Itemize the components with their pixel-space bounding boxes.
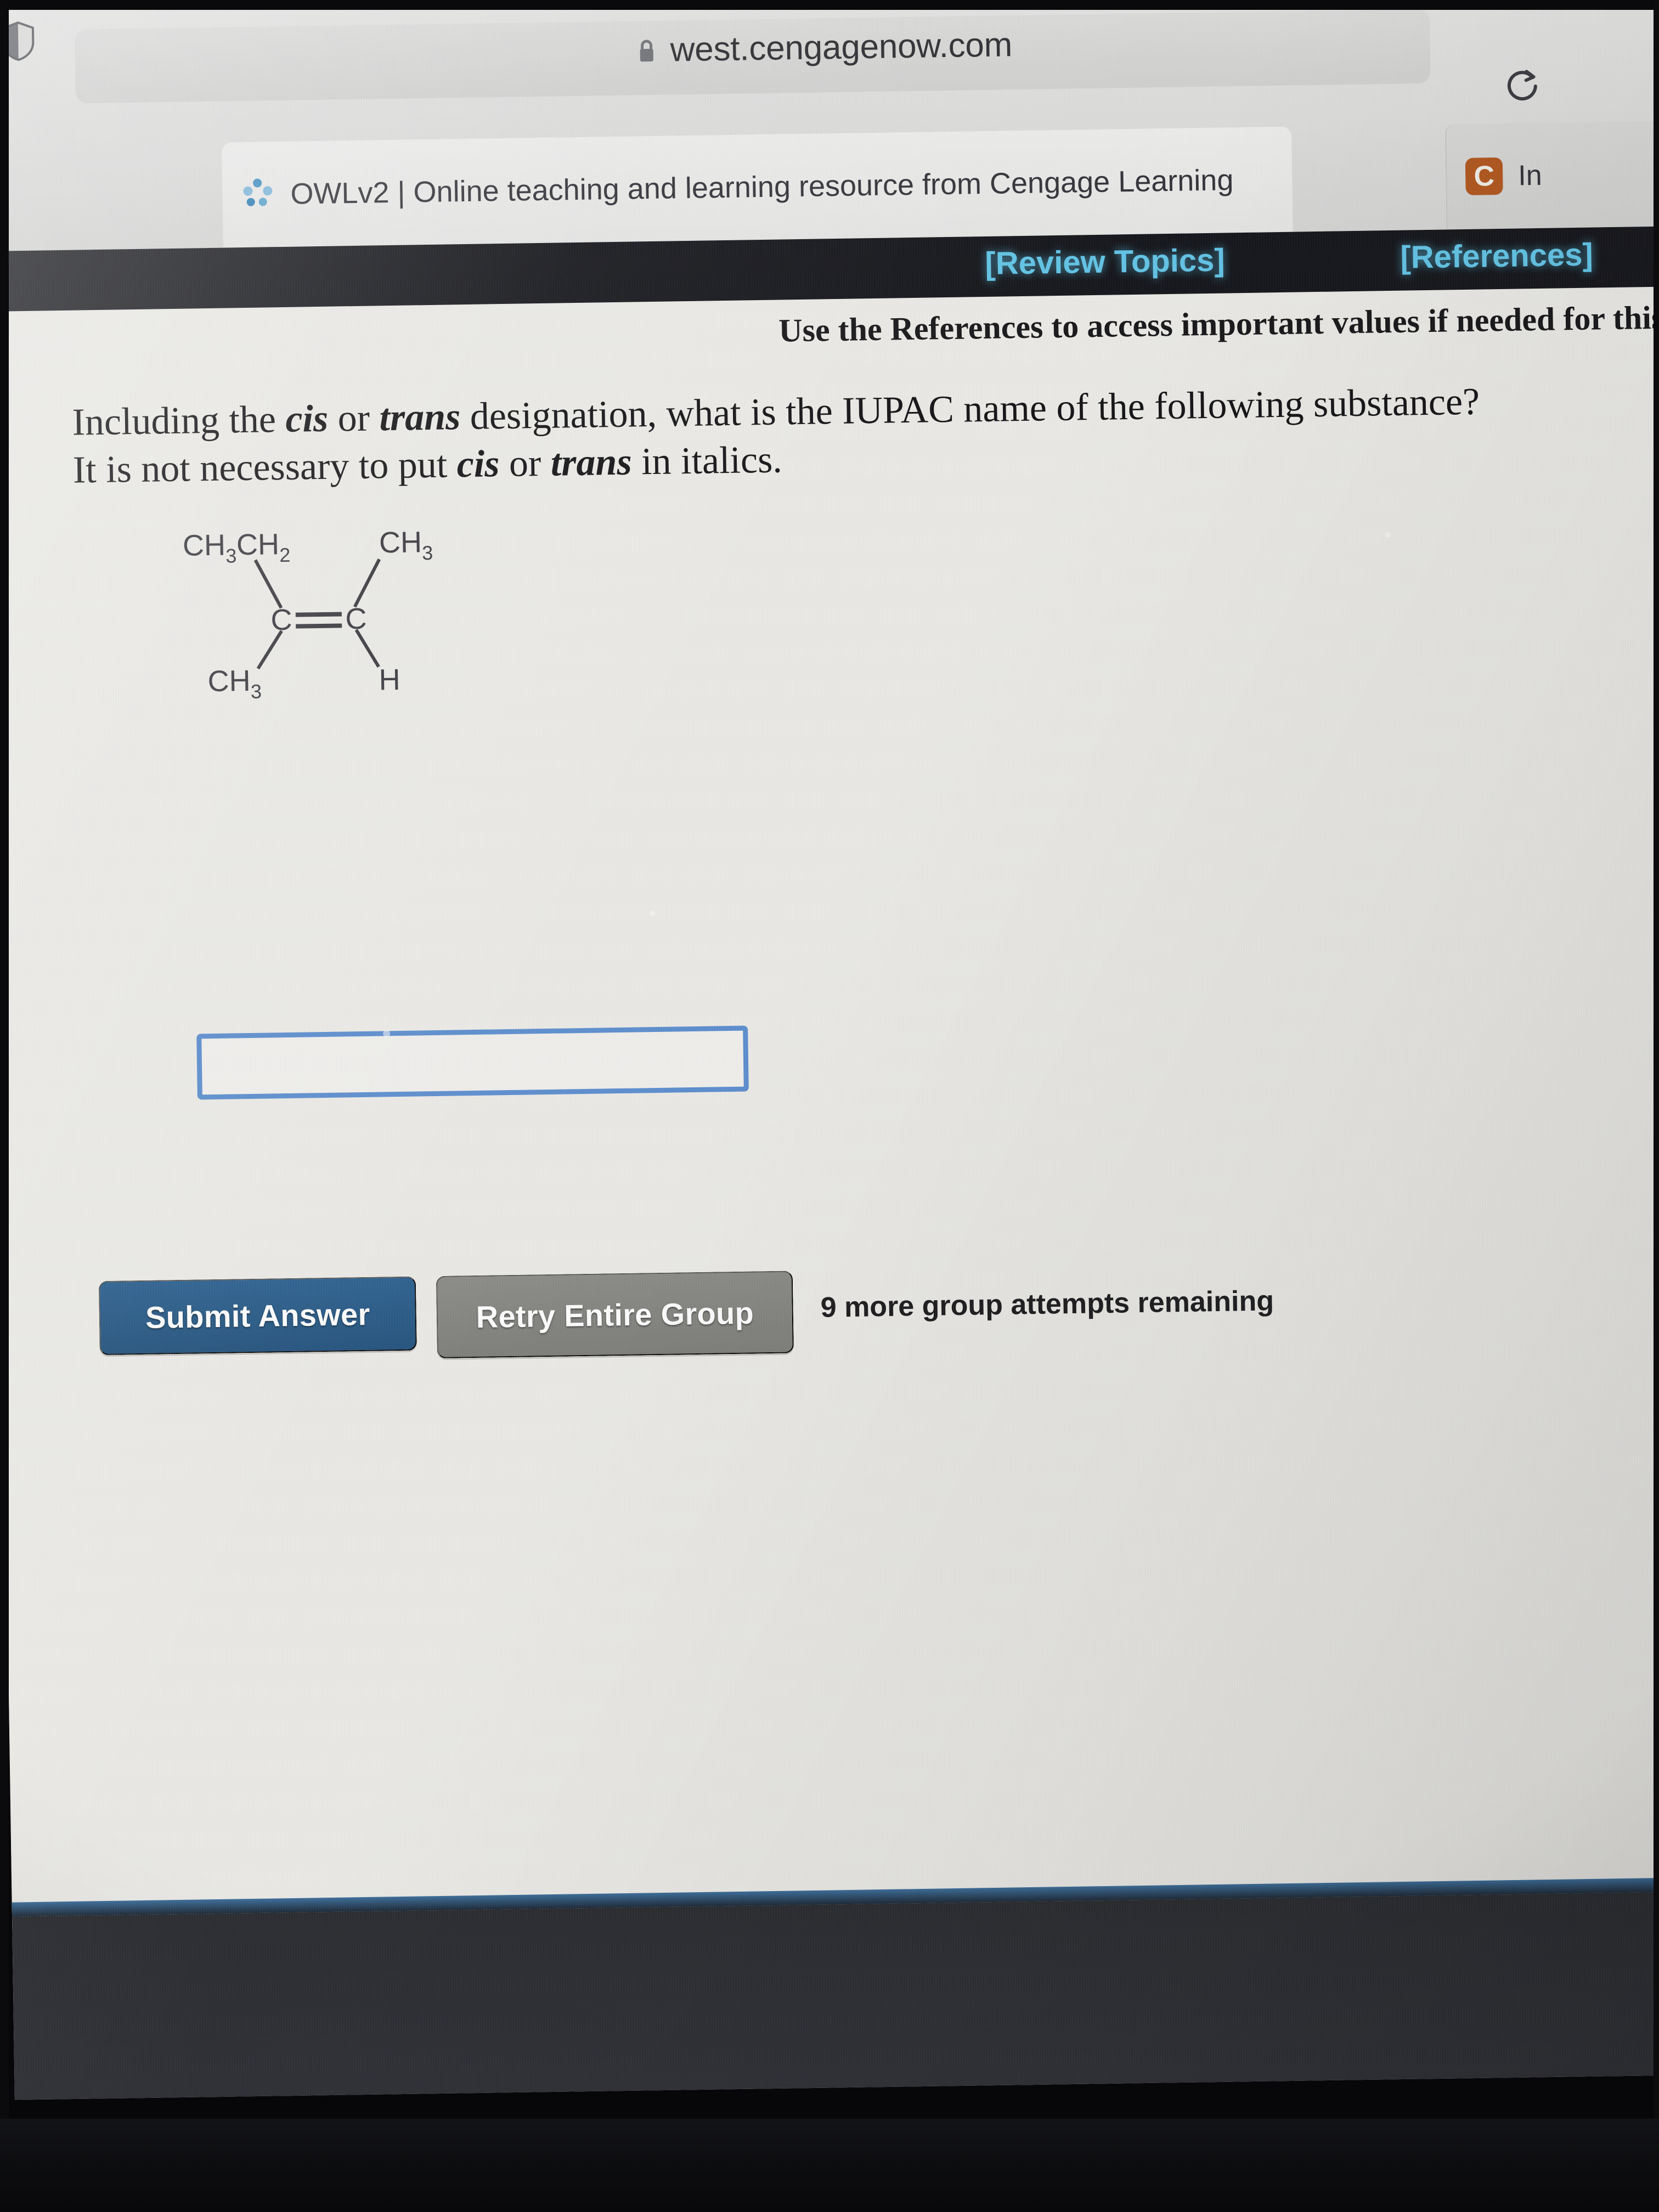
dust-speck <box>650 911 656 916</box>
q1-part-b: or <box>328 397 380 440</box>
label-hydrogen-bottom-right: H <box>379 663 400 697</box>
q2-part-b: or <box>499 442 551 485</box>
chemical-structure-alkene: C C CH3CH2 CH3 CH3 H <box>172 518 515 704</box>
retry-entire-group-button[interactable]: Retry Entire Group <box>436 1271 794 1359</box>
bezel-left <box>0 0 9 2212</box>
submit-answer-button[interactable]: Submit Answer <box>98 1276 417 1356</box>
structure-svg: C C CH3CH2 CH3 CH3 H <box>183 526 433 703</box>
review-topics-link[interactable]: [Review Topics] <box>985 241 1225 281</box>
q1-trans: trans <box>379 396 461 439</box>
tab-owlv2[interactable]: OWLv2 | Online teaching and learning res… <box>222 126 1293 248</box>
q2-part-c: in italics. <box>631 438 783 483</box>
chegg-favicon: C <box>1465 157 1503 195</box>
label-ethyl-top-left: CH3CH2 <box>183 528 291 568</box>
q2-trans: trans <box>550 441 633 484</box>
lock-icon <box>640 40 653 61</box>
bezel-top <box>0 0 1659 10</box>
url-bar-content[interactable]: west.cengagenow.com <box>637 25 1013 70</box>
q1-part-a: Including the <box>72 398 286 444</box>
url-text: west.cengagenow.com <box>670 26 1013 69</box>
screen-surface: west.cengagenow.com OWLv2 | Online teach… <box>0 0 1659 2100</box>
browser-chrome: west.cengagenow.com OWLv2 | Online teach… <box>0 0 1659 251</box>
atom-carbon-right: C <box>345 602 367 636</box>
atom-carbon-left: C <box>270 603 292 637</box>
tab-chegg[interactable]: C In <box>1444 121 1659 230</box>
answer-input[interactable] <box>196 1025 749 1100</box>
label-methyl-bottom-left: CH3 <box>207 664 262 703</box>
label-methyl-top-right: CH3 <box>379 526 433 565</box>
owl-favicon <box>241 177 275 212</box>
dust-speck <box>383 1030 391 1037</box>
dust-speck <box>1385 532 1391 538</box>
attempts-remaining-text: 9 more group attempts remaining <box>820 1285 1274 1324</box>
q2-part-a: It is not necessary to put <box>72 443 458 492</box>
q1-cis: cis <box>285 397 329 441</box>
photo-of-screen: west.cengagenow.com OWLv2 | Online teach… <box>0 0 1659 2212</box>
page-viewport: [Review Topics] [References] Use the Ref… <box>0 226 1659 2100</box>
bezel-bottom <box>0 2119 1659 2212</box>
references-link[interactable]: [References] <box>1400 236 1593 276</box>
page-footer: Cengage Learning | Cengage Technical Sup… <box>12 1891 1659 2100</box>
tab-owlv2-title: OWLv2 | Online teaching and learning res… <box>290 163 1234 211</box>
question-text: Including the cis or trans designation, … <box>72 377 1554 495</box>
reload-icon-glyph <box>1507 70 1537 101</box>
q2-cis: cis <box>456 442 500 486</box>
tab-chegg-title: In <box>1517 159 1543 192</box>
reload-icon[interactable] <box>1489 53 1556 120</box>
bezel-right <box>1654 0 1659 2212</box>
reference-note: Use the References to access important v… <box>778 298 1659 349</box>
